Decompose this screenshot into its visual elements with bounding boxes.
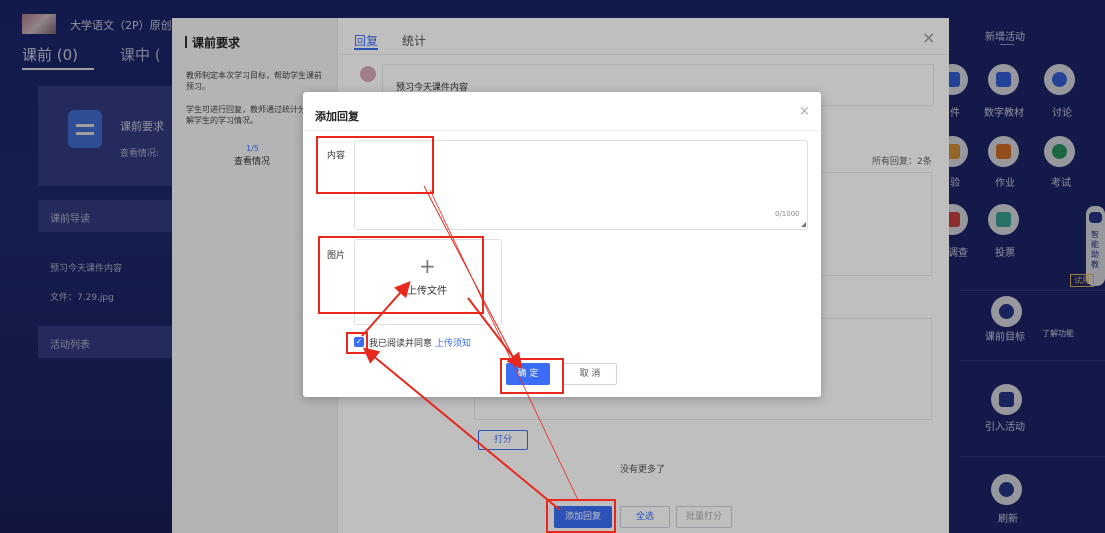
- arrow-image-to-confirm: [467, 297, 523, 370]
- annotation-arrows: [361, 185, 579, 511]
- arrow-checkbox-to-image: [361, 281, 411, 337]
- arrow-add-reply-to-checkbox: [362, 347, 561, 511]
- arrow-add-reply-to-confirm: [429, 189, 579, 501]
